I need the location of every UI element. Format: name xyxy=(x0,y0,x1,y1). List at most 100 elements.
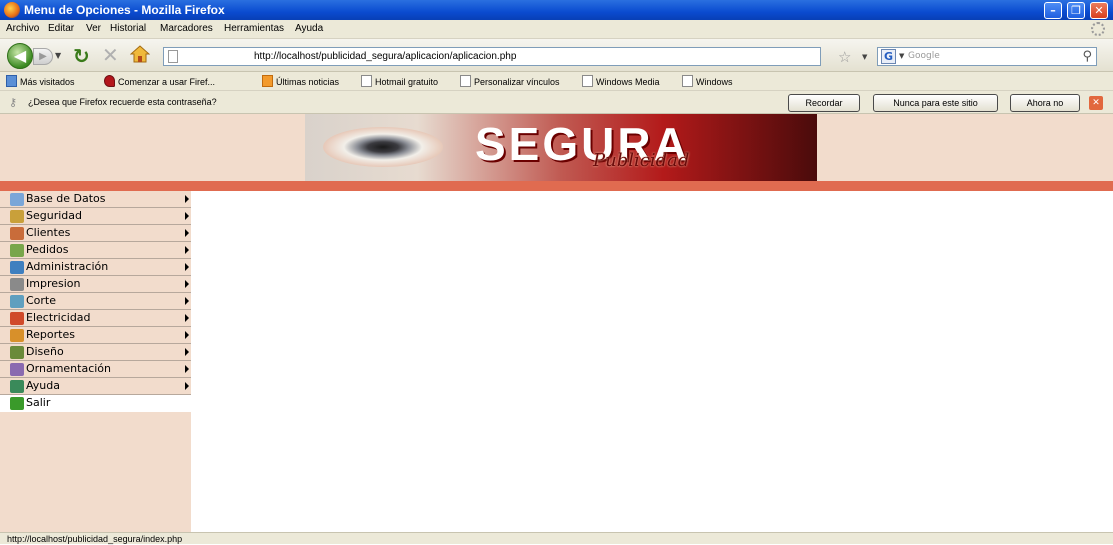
window-titlebar[interactable]: Menu de Opciones - Mozilla Firefox – ❐ ✕ xyxy=(0,0,1113,20)
design-icon xyxy=(10,346,24,359)
forward-arrow-icon[interactable]: ▶ xyxy=(33,48,53,65)
menu-item-impresion[interactable]: Impresion xyxy=(0,276,191,293)
submenu-arrow-icon xyxy=(185,348,189,356)
reload-icon[interactable]: ↻ xyxy=(73,44,90,68)
firefox-logo-icon xyxy=(4,2,20,18)
page-icon xyxy=(582,75,593,87)
key-icon: ⚷ xyxy=(9,96,18,109)
throbber-icon xyxy=(1091,22,1105,36)
bookmark-ultimas-noticias[interactable]: Últimas noticias xyxy=(262,75,339,87)
cut-icon xyxy=(10,295,24,308)
help-icon xyxy=(10,380,24,393)
minimize-button[interactable]: – xyxy=(1044,2,1062,19)
menu-historial[interactable]: Historial xyxy=(110,23,146,34)
database-icon xyxy=(10,193,24,206)
bookmarks-toolbar: Más visitados Comenzar a usar Firef... Ú… xyxy=(0,72,1113,91)
close-notification-icon[interactable]: ✕ xyxy=(1089,96,1103,110)
bookmark-star-icon[interactable]: ☆ xyxy=(838,48,851,66)
submenu-arrow-icon xyxy=(185,280,189,288)
exit-arrow-icon xyxy=(10,397,24,410)
password-question: ¿Desea que Firefox recuerde esta contras… xyxy=(28,97,217,107)
menu-item-ayuda[interactable]: Ayuda xyxy=(0,378,191,395)
window-title: Menu de Opciones - Mozilla Firefox xyxy=(24,3,225,17)
google-engine-icon[interactable]: G xyxy=(881,49,896,64)
menu-item-clientes[interactable]: Clientes xyxy=(0,225,191,242)
submenu-arrow-icon xyxy=(185,365,189,373)
navigation-toolbar: ◀ ▶ ▼ ↻ ✕ http://localhost/publicidad_se… xyxy=(0,39,1113,72)
not-now-button[interactable]: Ahora no xyxy=(1010,94,1080,112)
address-bar[interactable]: http://localhost/publicidad_segura/aplic… xyxy=(163,47,821,66)
page-icon xyxy=(168,50,178,63)
menu-marcadores[interactable]: Marcadores xyxy=(160,23,213,34)
menu-ver[interactable]: Ver xyxy=(86,23,101,34)
menu-bar: Archivo Editar Ver Historial Marcadores … xyxy=(0,20,1113,39)
back-arrow-icon[interactable]: ◀ xyxy=(7,43,33,69)
clients-icon xyxy=(10,227,24,240)
menu-item-salir[interactable]: Salir xyxy=(0,395,191,412)
stop-icon[interactable]: ✕ xyxy=(102,43,119,67)
page-icon xyxy=(682,75,693,87)
bookmark-windows-media[interactable]: Windows Media xyxy=(582,75,660,87)
submenu-arrow-icon xyxy=(185,263,189,271)
status-bar: http://localhost/publicidad_segura/index… xyxy=(0,532,1113,544)
firefox-start-icon xyxy=(104,75,115,87)
site-banner: SEGURA Publicidad xyxy=(305,114,817,181)
history-dropdown-icon[interactable]: ▼ xyxy=(55,51,61,60)
submenu-arrow-icon xyxy=(185,382,189,390)
submenu-arrow-icon xyxy=(185,331,189,339)
reports-icon xyxy=(10,329,24,342)
options-menu: Base de Datos Seguridad Clientes Pedidos… xyxy=(0,191,191,532)
status-text: http://localhost/publicidad_segura/index… xyxy=(7,534,183,544)
page-icon xyxy=(361,75,372,87)
page-icon xyxy=(460,75,471,87)
submenu-arrow-icon xyxy=(185,246,189,254)
menu-item-electricidad[interactable]: Electricidad xyxy=(0,310,191,327)
security-icon xyxy=(10,210,24,223)
orders-icon xyxy=(10,244,24,257)
search-placeholder: Google xyxy=(908,51,940,61)
printer-icon xyxy=(10,278,24,291)
bookmark-hotmail[interactable]: Hotmail gratuito xyxy=(361,75,438,87)
maximize-button[interactable]: ❐ xyxy=(1067,2,1085,19)
bookmark-mas-visitados[interactable]: Más visitados xyxy=(6,75,75,87)
menu-item-diseno[interactable]: Diseño xyxy=(0,344,191,361)
banner-subtitle: Publicidad xyxy=(593,150,690,171)
close-button[interactable]: ✕ xyxy=(1090,2,1108,19)
menu-item-corte[interactable]: Corte xyxy=(0,293,191,310)
menu-item-seguridad[interactable]: Seguridad xyxy=(0,208,191,225)
menu-archivo[interactable]: Archivo xyxy=(6,23,39,34)
never-for-site-button[interactable]: Nunca para este sitio xyxy=(873,94,998,112)
ornament-icon xyxy=(10,363,24,376)
menu-item-base-de-datos[interactable]: Base de Datos xyxy=(0,191,191,208)
rss-icon xyxy=(262,75,273,87)
menu-ayuda[interactable]: Ayuda xyxy=(295,23,323,34)
bookmark-windows[interactable]: Windows xyxy=(682,75,733,87)
submenu-arrow-icon xyxy=(185,229,189,237)
menu-item-ornamentacion[interactable]: Ornamentación xyxy=(0,361,191,378)
engine-dropdown-icon[interactable]: ▼ xyxy=(899,52,904,60)
header-divider xyxy=(0,181,1113,191)
submenu-arrow-icon xyxy=(185,212,189,220)
electricity-icon xyxy=(10,312,24,325)
bookmark-comenzar[interactable]: Comenzar a usar Firef... xyxy=(104,75,215,87)
menu-item-pedidos[interactable]: Pedidos xyxy=(0,242,191,259)
administration-icon xyxy=(10,261,24,274)
submenu-arrow-icon xyxy=(185,314,189,322)
most-visited-icon xyxy=(6,75,17,87)
home-icon[interactable] xyxy=(130,45,150,63)
menu-item-administracion[interactable]: Administración xyxy=(0,259,191,276)
menu-item-reportes[interactable]: Reportes xyxy=(0,327,191,344)
url-text[interactable]: http://localhost/publicidad_segura/aplic… xyxy=(254,51,516,62)
search-input[interactable]: G ▼ Google ⚲ xyxy=(877,47,1097,66)
eye-image xyxy=(323,127,443,167)
search-icon[interactable]: ⚲ xyxy=(1082,49,1092,64)
url-dropdown-icon[interactable]: ▼ xyxy=(862,53,867,61)
site-header: SEGURA Publicidad xyxy=(0,114,1113,181)
menu-editar[interactable]: Editar xyxy=(48,23,74,34)
menu-herramientas[interactable]: Herramientas xyxy=(224,23,284,34)
submenu-arrow-icon xyxy=(185,297,189,305)
submenu-arrow-icon xyxy=(185,195,189,203)
password-notification-bar: ⚷ ¿Desea que Firefox recuerde esta contr… xyxy=(0,91,1113,114)
remember-button[interactable]: Recordar xyxy=(788,94,860,112)
bookmark-personalizar[interactable]: Personalizar vínculos xyxy=(460,75,560,87)
